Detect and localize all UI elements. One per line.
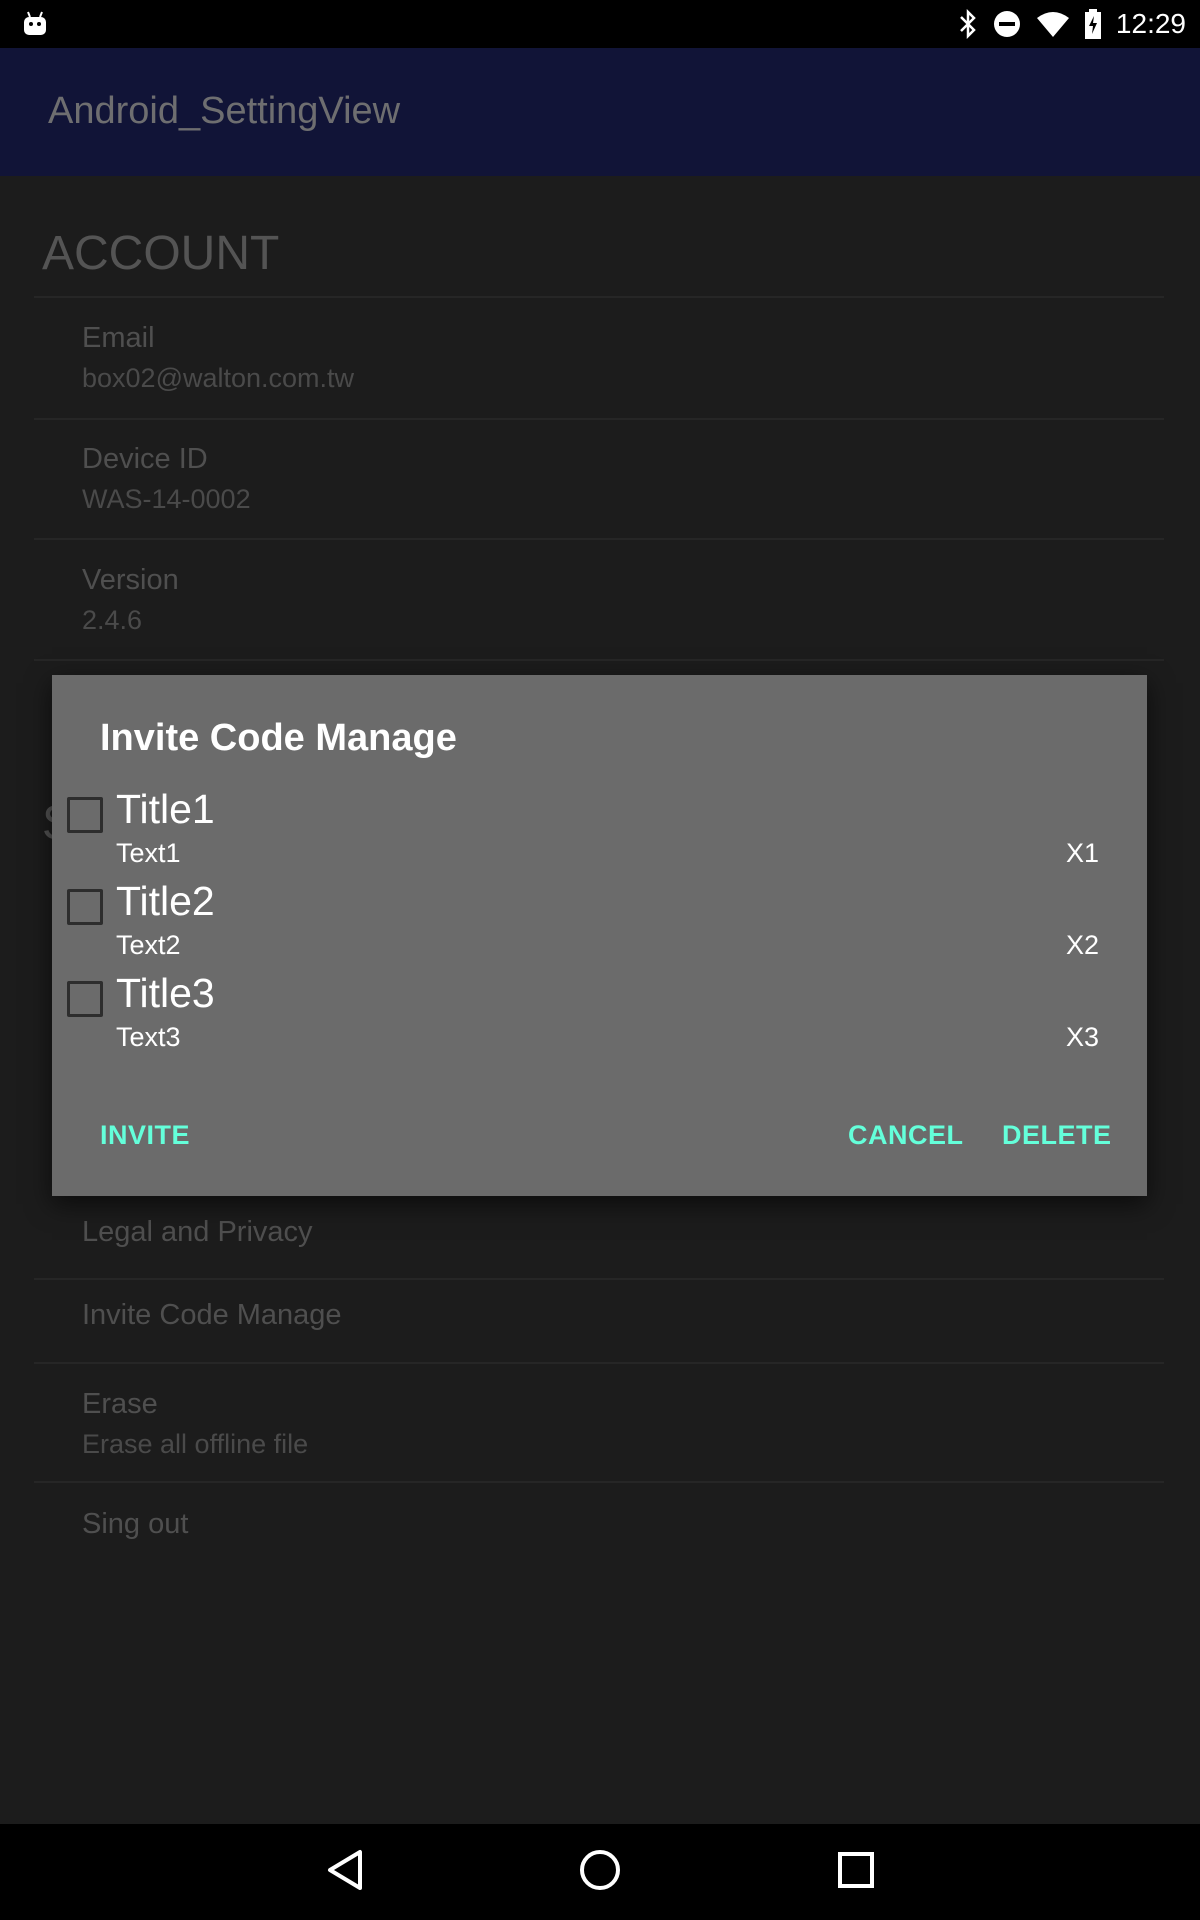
item-title: Title2 xyxy=(116,878,215,924)
setting-version[interactable]: Version 2.4.6 xyxy=(82,564,179,636)
checkbox[interactable] xyxy=(67,797,103,833)
divider xyxy=(34,1362,1164,1364)
setting-device-id[interactable]: Device ID WAS-14-0002 xyxy=(82,443,251,515)
bluetooth-icon xyxy=(960,9,976,39)
dialog-title: Invite Code Manage xyxy=(100,717,457,759)
android-icon xyxy=(24,11,46,35)
divider xyxy=(34,1278,1164,1280)
app-bar: Android_SettingView xyxy=(0,48,1200,176)
setting-value: Erase all offline file xyxy=(82,1429,309,1459)
invite-button[interactable]: INVITE xyxy=(100,1120,190,1151)
list-item[interactable]: Title1 Text1 X1 xyxy=(52,786,1147,882)
home-icon[interactable] xyxy=(578,1846,622,1894)
setting-title: Version xyxy=(82,564,179,596)
divider xyxy=(34,538,1164,540)
item-text: Text3 xyxy=(116,1022,181,1052)
divider xyxy=(34,1481,1164,1483)
setting-sign-out[interactable]: Sing out xyxy=(82,1508,188,1541)
item-code: X2 xyxy=(1065,930,1099,960)
recents-icon[interactable] xyxy=(836,1846,876,1894)
wifi-icon xyxy=(1036,12,1069,37)
list-item[interactable]: Title2 Text2 X2 xyxy=(52,878,1147,974)
navigation-bar xyxy=(0,1824,1200,1920)
item-text: Text1 xyxy=(116,838,181,868)
divider xyxy=(34,418,1164,420)
battery-charging-icon xyxy=(1084,9,1101,39)
item-title: Title3 xyxy=(116,970,215,1016)
back-icon[interactable] xyxy=(324,1846,366,1894)
invite-code-dialog: Invite Code Manage Title1 Text1 X1 Title… xyxy=(52,675,1147,1196)
section-header-account: ACCOUNT xyxy=(42,227,280,280)
setting-value: WAS-14-0002 xyxy=(82,484,251,514)
setting-title: Erase xyxy=(82,1388,158,1420)
setting-title: Device ID xyxy=(82,443,208,475)
list-item[interactable]: Title3 Text3 X3 xyxy=(52,970,1147,1066)
do-not-disturb-icon xyxy=(993,11,1020,37)
checkbox[interactable] xyxy=(67,981,103,1017)
item-text: Text2 xyxy=(116,930,181,960)
setting-title: Email xyxy=(82,322,155,354)
item-code: X3 xyxy=(1065,1022,1099,1052)
delete-button[interactable]: DELETE xyxy=(1002,1120,1112,1151)
status-bar: 12:29 xyxy=(0,0,1200,48)
setting-title: Sing out xyxy=(82,1508,189,1540)
setting-invite-code[interactable]: Invite Code Manage xyxy=(82,1299,342,1332)
setting-value: box02@walton.com.tw xyxy=(82,363,355,393)
divider xyxy=(34,659,1164,661)
cancel-button[interactable]: CANCEL xyxy=(848,1120,964,1151)
checkbox[interactable] xyxy=(67,889,103,925)
setting-email[interactable]: Email box02@walton.com.tw xyxy=(82,322,354,394)
setting-erase[interactable]: Erase Erase all offline file xyxy=(82,1388,308,1460)
setting-legal[interactable]: Legal and Privacy xyxy=(82,1216,313,1249)
setting-value: 2.4.6 xyxy=(82,605,143,635)
setting-title: Invite Code Manage xyxy=(82,1299,342,1331)
setting-title: Legal and Privacy xyxy=(82,1216,313,1248)
divider xyxy=(34,296,1164,298)
item-code: X1 xyxy=(1065,838,1099,868)
item-title: Title1 xyxy=(116,786,215,832)
app-title: Android_SettingView xyxy=(48,90,401,132)
clock: 12:29 xyxy=(1115,8,1186,39)
